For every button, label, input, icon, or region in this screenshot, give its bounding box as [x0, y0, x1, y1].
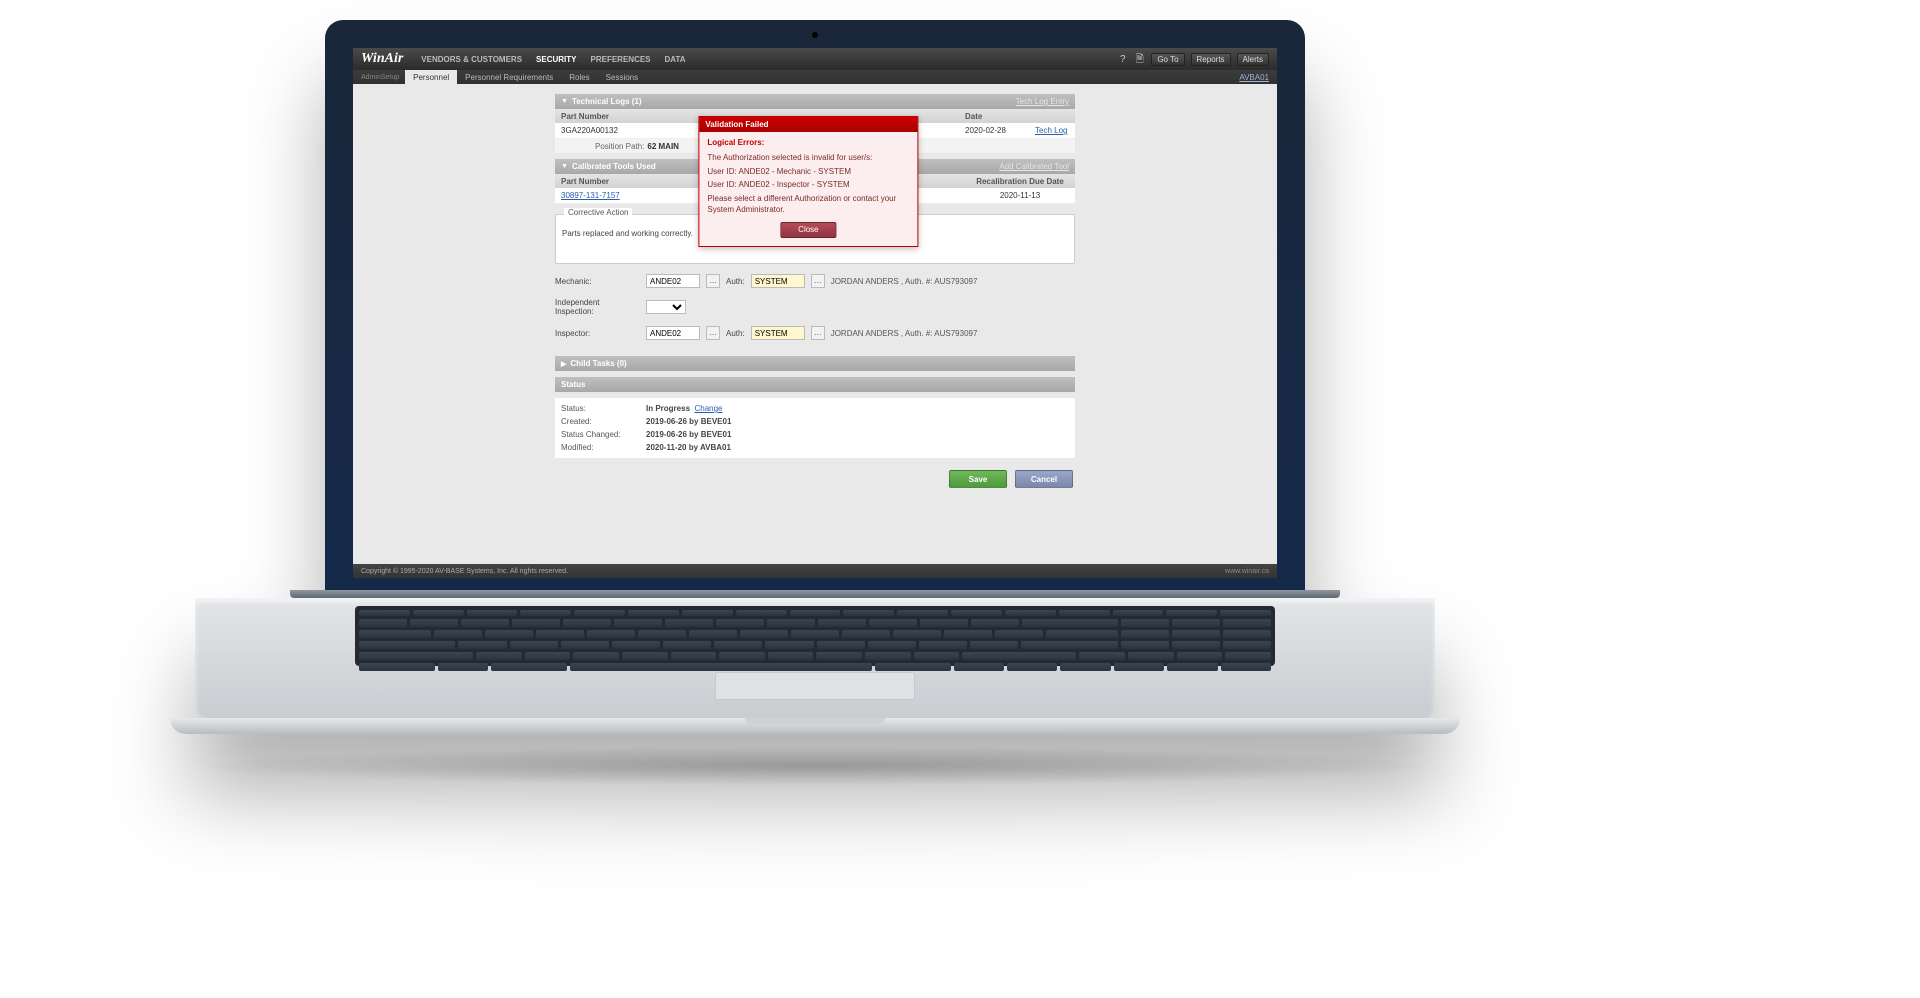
- copyright: Copyright © 1995-2020 AV-BASE Systems, I…: [361, 568, 568, 575]
- auth-lookup-button[interactable]: …: [811, 326, 825, 340]
- trackpad: [715, 672, 915, 700]
- pospath-label: Position Path:: [595, 142, 644, 151]
- legend: Corrective Action: [564, 208, 632, 217]
- mechanic-id-input[interactable]: [646, 274, 700, 288]
- auth-label: Auth:: [726, 329, 745, 338]
- dialog-close-button[interactable]: Close: [780, 222, 836, 238]
- shadow: [185, 746, 1445, 786]
- dialog-line: User ID: ANDE02 - Mechanic - SYSTEM: [707, 167, 909, 178]
- top-nav: VENDORS & CUSTOMERS SECURITY PREFERENCES…: [421, 55, 685, 64]
- mechanic-readout: JORDAN ANDERS , Auth. #: AUS793097: [831, 277, 978, 286]
- panel-title: Calibrated Tools Used: [572, 162, 656, 171]
- mechanic-row: Mechanic: … Auth: … JORDAN ANDERS , Auth…: [555, 274, 1075, 288]
- modified-label: Modified:: [561, 443, 646, 452]
- status-label: Status:: [561, 404, 646, 413]
- status-value: In Progress: [646, 404, 690, 413]
- tool-part-link[interactable]: 30897-131-7157: [561, 191, 620, 200]
- keyboard: [355, 606, 1275, 666]
- tech-log-entry-link[interactable]: Tech Log Entry: [1016, 97, 1069, 106]
- collapse-icon[interactable]: ▼: [561, 98, 568, 105]
- content-area: ▼ Technical Logs (1) Tech Log Entry Part…: [353, 84, 1277, 564]
- nav-vendors[interactable]: VENDORS & CUSTOMERS: [421, 55, 522, 64]
- indep-row: Independent Inspection:: [555, 298, 1075, 316]
- document-icon[interactable]: 🗎: [1134, 54, 1145, 65]
- module-label: AdminSetup: [361, 74, 405, 81]
- inspector-readout: JORDAN ANDERS , Auth. #: AUS793097: [831, 329, 978, 338]
- status-grid: Status: In Progress Change Created: 2019…: [555, 398, 1075, 458]
- laptop-lip: [170, 718, 1460, 734]
- mechanic-auth-input[interactable]: [751, 274, 805, 288]
- validation-dialog: Validation Failed Logical Errors: The Au…: [698, 116, 918, 247]
- inspector-auth-input[interactable]: [751, 326, 805, 340]
- mechanic-lookup-button[interactable]: …: [706, 274, 720, 288]
- collapse-icon[interactable]: ▼: [561, 163, 568, 170]
- sub-bar: AdminSetup Personnel Personnel Requireme…: [353, 70, 1277, 84]
- nav-data[interactable]: DATA: [665, 55, 686, 64]
- help-icon[interactable]: ?: [1117, 54, 1128, 65]
- mechanic-label: Mechanic:: [555, 277, 640, 286]
- auth-label: Auth:: [726, 277, 745, 286]
- pospath-value: 62 MAIN: [647, 142, 679, 151]
- tab-personnel[interactable]: Personnel: [405, 70, 457, 84]
- auth-lookup-button[interactable]: …: [811, 274, 825, 288]
- col-recal-date: Recalibration Due Date: [965, 177, 1075, 186]
- changed-label: Status Changed:: [561, 430, 646, 439]
- save-button[interactable]: Save: [949, 470, 1007, 488]
- status-change-link[interactable]: Change: [694, 404, 722, 413]
- created-label: Created:: [561, 417, 646, 426]
- modified-value: 2020-11-20 by AVBA01: [646, 443, 731, 452]
- cancel-button[interactable]: Cancel: [1015, 470, 1073, 488]
- col-date: Date: [965, 112, 1035, 121]
- dialog-title: Validation Failed: [699, 117, 917, 132]
- indep-label: Independent Inspection:: [555, 298, 640, 316]
- dialog-line: The Authorization selected is invalid fo…: [707, 153, 909, 164]
- inspector-lookup-button[interactable]: …: [706, 326, 720, 340]
- alerts-button[interactable]: Alerts: [1237, 53, 1269, 66]
- panel-status-header: Status: [555, 377, 1075, 392]
- expand-icon[interactable]: ▶: [561, 360, 566, 368]
- top-bar: WinAir VENDORS & CUSTOMERS SECURITY PREF…: [353, 48, 1277, 70]
- laptop-deck: [195, 598, 1435, 718]
- dialog-line: Please select a different Authorization …: [707, 194, 909, 216]
- cell-due: 2020-11-13: [965, 191, 1075, 200]
- add-cal-tool-link[interactable]: Add Calibrated Tool: [999, 162, 1069, 171]
- tab-sessions[interactable]: Sessions: [598, 70, 646, 84]
- app-screen: WinAir VENDORS & CUSTOMERS SECURITY PREF…: [353, 48, 1277, 578]
- panel-child-tasks[interactable]: ▶ Child Tasks (0): [555, 356, 1075, 371]
- app-footer: Copyright © 1995-2020 AV-BASE Systems, I…: [353, 564, 1277, 578]
- created-value: 2019-06-26 by BEVE01: [646, 417, 731, 426]
- brand-logo: WinAir: [361, 51, 403, 67]
- reports-button[interactable]: Reports: [1191, 53, 1231, 66]
- changed-value: 2019-06-26 by BEVE01: [646, 430, 731, 439]
- panel-title: Child Tasks (0): [570, 359, 626, 368]
- footer-url: www.winair.ca: [1225, 568, 1269, 575]
- nav-security[interactable]: SECURITY: [536, 55, 576, 64]
- tab-roles[interactable]: Roles: [561, 70, 597, 84]
- laptop-bezel: WinAir VENDORS & CUSTOMERS SECURITY PREF…: [325, 20, 1305, 590]
- laptop-hinge: [290, 590, 1340, 598]
- goto-button[interactable]: Go To: [1151, 53, 1184, 66]
- dialog-line: User ID: ANDE02 - Inspector - SYSTEM: [707, 180, 909, 191]
- inspector-label: Inspector:: [555, 329, 640, 338]
- tab-personnel-reqs[interactable]: Personnel Requirements: [457, 70, 561, 84]
- panel-title: Status: [561, 380, 585, 389]
- cell-date: 2020-02-28: [965, 126, 1035, 135]
- dialog-heading: Logical Errors:: [707, 138, 909, 149]
- inspector-row: Inspector: … Auth: … JORDAN ANDERS , Aut…: [555, 326, 1075, 340]
- panel-title: Technical Logs (1): [572, 97, 642, 106]
- inspector-id-input[interactable]: [646, 326, 700, 340]
- camera-dot: [812, 32, 818, 38]
- user-code-link[interactable]: AVBA01: [1239, 73, 1277, 82]
- indep-select[interactable]: [646, 300, 686, 314]
- tech-log-link[interactable]: Tech Log: [1035, 126, 1067, 135]
- nav-preferences[interactable]: PREFERENCES: [591, 55, 651, 64]
